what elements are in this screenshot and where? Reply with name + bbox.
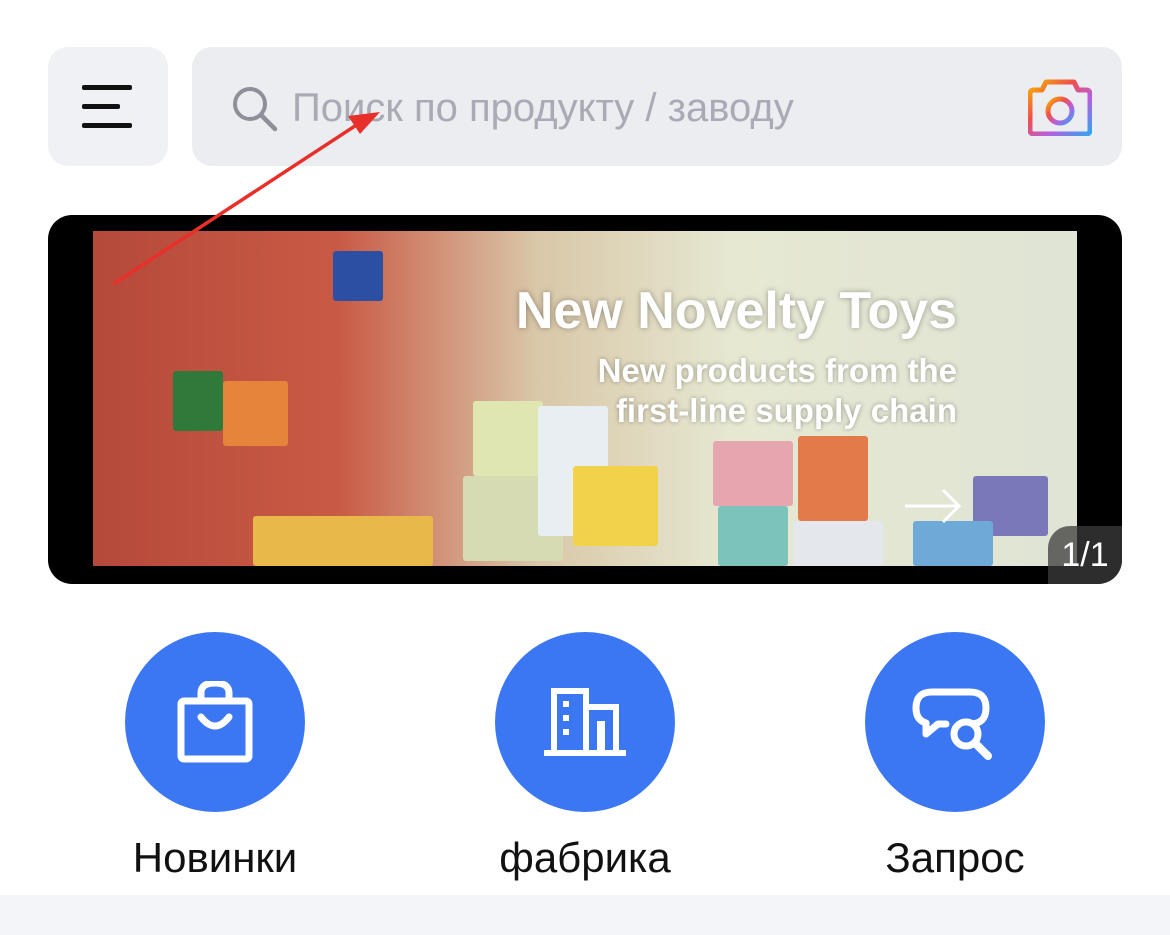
search-icon: [233, 87, 278, 132]
hamburger-menu-icon: [82, 84, 132, 128]
menu-button[interactable]: [48, 47, 168, 166]
action-label: фабрика: [499, 834, 671, 881]
toy-block: [223, 381, 288, 446]
toy-block: [333, 251, 383, 301]
banner-title: New Novelty Toys: [515, 282, 957, 340]
banner-image: New Novelty Toys New products from the f…: [93, 231, 1077, 566]
app-screen: New Novelty Toys New products from the f…: [0, 0, 1170, 935]
chat-search-icon: [912, 688, 992, 760]
toy-block: [798, 436, 868, 521]
action-label: Новинки: [132, 834, 298, 881]
factory-building-icon: [544, 688, 626, 756]
camera-icon[interactable]: [1028, 76, 1092, 136]
promo-banner-carousel[interactable]: New Novelty Toys New products from the f…: [48, 215, 1122, 584]
toy-block: [718, 506, 788, 566]
toy-block: [573, 466, 658, 546]
action-circle: [495, 632, 675, 812]
toy-block: [713, 441, 793, 506]
bottom-section-divider: [0, 895, 1170, 935]
action-new-arrivals[interactable]: Новинки: [95, 632, 335, 882]
toy-block: [913, 521, 993, 566]
action-circle: [865, 632, 1045, 812]
arrow-right-icon: [905, 488, 962, 524]
toy-block: [793, 521, 883, 566]
toy-block: [253, 516, 433, 566]
action-request[interactable]: Запрос: [835, 632, 1075, 882]
action-circle: [125, 632, 305, 812]
action-label: Запрос: [885, 834, 1025, 881]
toy-block: [473, 401, 543, 476]
shopping-bag-icon: [177, 681, 253, 763]
search-input[interactable]: [292, 78, 992, 138]
action-factory[interactable]: фабрика: [465, 632, 705, 882]
carousel-pager: 1/1: [1048, 526, 1122, 584]
banner-subtitle: New products from the first-line supply …: [597, 352, 957, 429]
toy-block: [173, 371, 223, 431]
